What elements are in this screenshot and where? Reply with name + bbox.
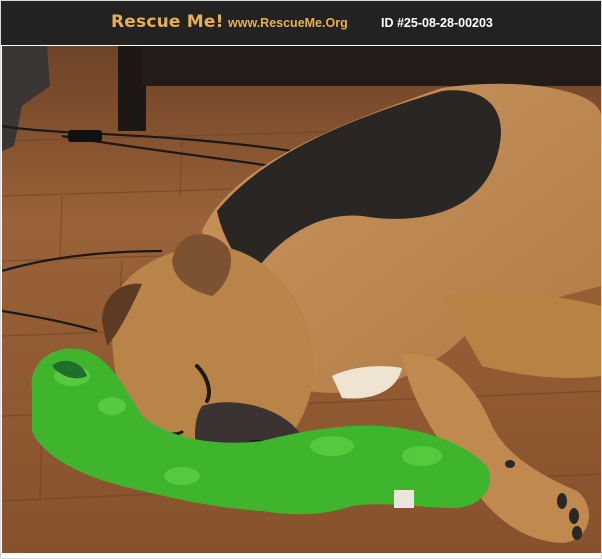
site-url-link[interactable]: www.RescueMe.Org — [228, 16, 348, 30]
table-leg — [118, 46, 146, 131]
listing-id: ID #25-08-28-00203 — [381, 16, 493, 30]
page-frame: Rescue Me! www.RescueMe.Org ID #25-08-28… — [0, 0, 602, 559]
toy-tag — [394, 490, 414, 508]
site-header: Rescue Me! www.RescueMe.Org ID #25-08-28… — [1, 1, 601, 45]
dark-furniture — [142, 46, 601, 86]
pet-photo — [2, 46, 601, 553]
dog-photo-illustration — [2, 46, 601, 553]
brand-logo[interactable]: Rescue Me! — [111, 12, 224, 32]
cable-plug — [68, 130, 102, 142]
